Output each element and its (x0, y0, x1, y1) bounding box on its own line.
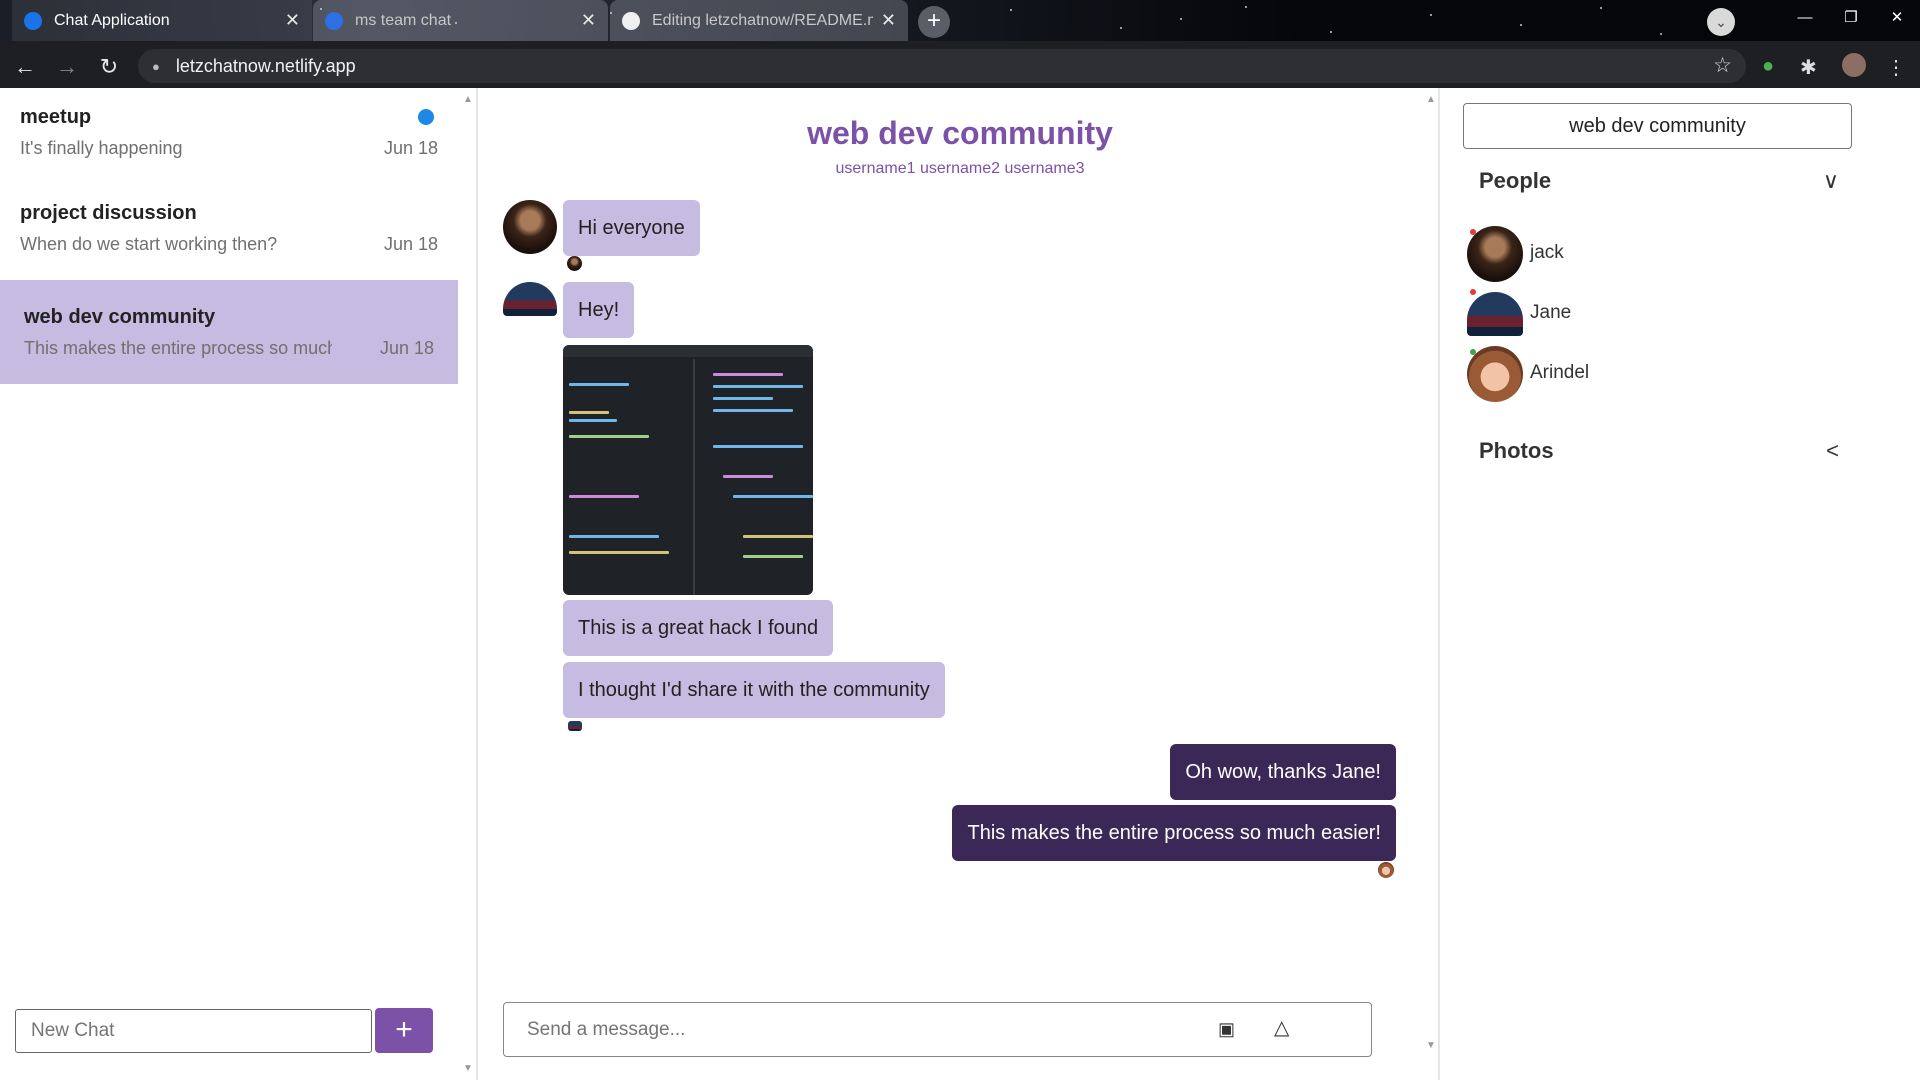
new-tab-button[interactable]: + (918, 6, 950, 38)
new-chat-button[interactable]: + (375, 1008, 433, 1053)
chat-card-date: Jun 18 (379, 338, 434, 358)
person-row: jack (1467, 226, 1767, 282)
tab-title: Editing letzchatnow/README.md (652, 11, 873, 29)
chat-card-preview: It's finally happening (20, 138, 183, 158)
close-icon[interactable]: ✕ (881, 10, 896, 31)
message-bubble: I thought I'd share it with the communit… (563, 662, 945, 718)
back-arrow-icon[interactable]: ← (8, 50, 42, 84)
scroll-down-arrow[interactable]: ▼ (1426, 1040, 1436, 1051)
chat-feed-title: web dev community (807, 115, 1113, 151)
browser-toolbar: ← → ↻ ● letzchatnow.netlify.app ☆ ● ✱ ⋮ (0, 45, 1920, 88)
message-bubble: Oh wow, thanks Jane! (1170, 744, 1396, 800)
person-row: Jane (1467, 286, 1767, 342)
chat-settings-panel: web dev community People ∨ jack Jane Ari… (1442, 88, 1920, 1080)
tab-search-icon[interactable]: ⌄ (1707, 8, 1735, 36)
message-bubble: This makes the entire process so much ea… (952, 805, 1396, 861)
avatar (503, 200, 557, 254)
close-window-button[interactable]: ✕ (1874, 0, 1920, 36)
chat-bubble-icon (24, 11, 42, 30)
reload-icon[interactable]: ↻ (92, 50, 126, 84)
photos-section-header[interactable]: Photos < (1479, 438, 1839, 464)
chat-card-web-dev-community[interactable]: web dev community This makes the entire … (0, 280, 458, 384)
read-receipt (567, 256, 582, 271)
message-bubble: This is a great hack I found (563, 600, 834, 656)
message-input[interactable] (504, 1003, 1204, 1056)
profile-avatar[interactable] (1842, 53, 1866, 77)
presence-dot (1470, 229, 1476, 235)
chat-card-title: meetup (20, 106, 92, 128)
tab-title: ms team chat (355, 11, 452, 29)
scroll-down-arrow[interactable]: ▼ (463, 1063, 473, 1074)
message-form: ▣ △ (503, 1002, 1372, 1057)
app-logo-icon (325, 11, 343, 30)
chat-feed-members: username1 username2 username3 (835, 160, 1085, 177)
close-icon[interactable]: ✕ (581, 10, 596, 31)
person-row: Arindel (1467, 346, 1767, 402)
avatar (1467, 346, 1523, 402)
tab-editing-readme[interactable]: Editing letzchatnow/README.md ✕ (610, 0, 908, 41)
message-bubble: Hi everyone (563, 200, 700, 256)
presence-dot (1470, 289, 1476, 295)
avatar (503, 282, 557, 316)
tab-chat-application[interactable]: Chat Application ✕ (12, 0, 312, 41)
puzzle-icon[interactable]: ✱ (1800, 55, 1817, 80)
read-receipt (1378, 862, 1394, 878)
scroll-up-arrow[interactable]: ▲ (1426, 94, 1436, 105)
tab-strip: Chat Application ✕ ms team chat ✕ Editin… (0, 0, 1920, 41)
maximize-button[interactable]: ❐ (1828, 0, 1874, 36)
people-label: People (1479, 168, 1552, 193)
tab-ms-team-chat[interactable]: ms team chat ✕ (313, 0, 608, 41)
extension-icon[interactable]: ● (1762, 55, 1774, 78)
lock-icon: ● (152, 58, 160, 74)
chevron-down-icon[interactable]: ∨ (1823, 168, 1839, 194)
chat-card-date: Jun 18 (383, 234, 438, 254)
chat-list-panel: meetup It's finally happening Jun 18 pro… (0, 88, 478, 1080)
address-bar[interactable]: ● letzchatnow.netlify.app ☆ (138, 49, 1746, 83)
forward-arrow-icon[interactable]: → (50, 50, 84, 84)
new-chat-input[interactable] (15, 1009, 372, 1053)
person-name: jack (1530, 242, 1564, 263)
browser-chrome: Chat Application ✕ ms team chat ✕ Editin… (0, 0, 1920, 88)
chat-feed: web dev community username1 username2 us… (480, 88, 1440, 1080)
avatar (1467, 292, 1523, 336)
url-text: letzchatnow.netlify.app (175, 55, 356, 76)
bookmark-star-icon[interactable]: ☆ (1713, 53, 1732, 78)
image-icon[interactable]: ▣ (1218, 1020, 1238, 1038)
chat-card-meetup[interactable]: meetup It's finally happening Jun 18 (0, 88, 458, 184)
chat-settings-title[interactable]: web dev community (1463, 103, 1852, 149)
avatar (1467, 226, 1523, 282)
minimize-button[interactable]: — (1782, 0, 1828, 36)
person-name: Arindel (1530, 362, 1590, 383)
chat-card-title: project discussion (20, 202, 197, 224)
message-image[interactable] (563, 345, 813, 595)
send-icon[interactable]: △ (1274, 1018, 1294, 1038)
people-section-header[interactable]: People ∨ (1479, 168, 1839, 194)
chat-card-date: Jun 18 (383, 138, 438, 158)
chat-card-preview: When do we start working then? (20, 234, 278, 254)
close-icon[interactable]: ✕ (285, 10, 300, 31)
chevron-left-icon[interactable]: < (1826, 438, 1839, 464)
presence-dot (1470, 349, 1476, 355)
scroll-up-arrow[interactable]: ▲ (463, 94, 473, 105)
message-bubble: Hey! (563, 282, 635, 338)
chat-card-title: web dev community (24, 306, 216, 328)
chat-card-preview: This makes the entire process so much ea… (24, 338, 332, 358)
photos-label: Photos (1479, 438, 1554, 463)
tab-title: Chat Application (54, 11, 170, 29)
github-icon (622, 11, 640, 30)
unread-indicator (418, 109, 434, 125)
chat-card-project-discussion[interactable]: project discussion When do we start work… (0, 184, 458, 280)
window-controls: — ❐ ✕ (1782, 0, 1920, 36)
read-receipt (568, 721, 582, 731)
more-menu-icon[interactable]: ⋮ (1886, 55, 1906, 80)
chat-app: meetup It's finally happening Jun 18 pro… (0, 88, 1920, 1080)
person-name: Jane (1530, 302, 1572, 323)
